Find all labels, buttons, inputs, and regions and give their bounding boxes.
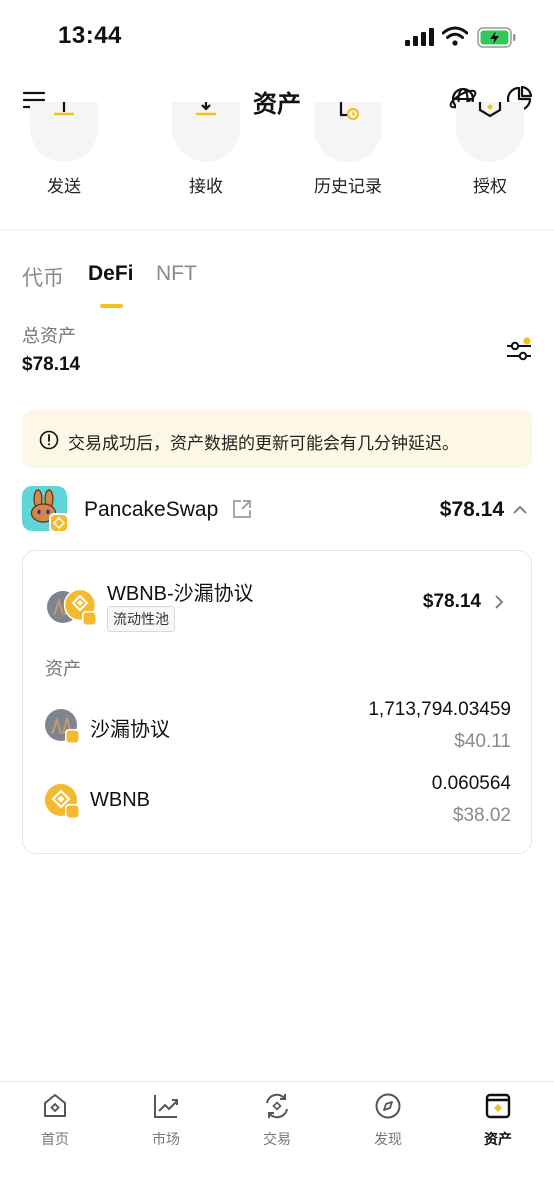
info-icon <box>39 430 59 450</box>
discover-icon <box>375 1093 401 1119</box>
send-label: 发送 <box>47 177 81 196</box>
nav-assets-label: 资产 <box>484 1131 512 1147</box>
send-icon <box>54 102 74 116</box>
bottom-nav: 首页 市场 交易 发现 资产 <box>0 1082 554 1200</box>
cellular-signal-icon <box>405 28 434 46</box>
bnb-chain-badge-icon <box>49 513 69 533</box>
asset-amount: 1,713,794.03459 <box>368 699 511 720</box>
nav-home[interactable]: 首页 <box>0 1092 110 1152</box>
nav-trade[interactable]: 交易 <box>222 1092 332 1152</box>
asset-amount: 0.060564 <box>431 773 511 794</box>
wifi-icon <box>442 26 468 46</box>
total-assets-label: 总资产 <box>22 326 76 346</box>
history-label: 历史记录 <box>314 177 382 196</box>
pool-type-tag: 流动性池 <box>107 606 175 632</box>
nav-discover-label: 发现 <box>374 1131 402 1147</box>
quick-actions: 发送 接收 历史记录 授权 <box>0 102 554 200</box>
nav-market-label: 市场 <box>152 1131 180 1147</box>
receive-action[interactable]: 接收 <box>146 102 266 198</box>
nav-trade-label: 交易 <box>263 1131 291 1147</box>
external-link-icon[interactable] <box>232 499 252 519</box>
total-assets-value: $78.14 <box>22 354 81 375</box>
nav-assets[interactable]: 资产 <box>443 1092 553 1152</box>
receive-icon <box>196 102 216 116</box>
home-icon <box>44 1094 66 1117</box>
battery-charging-icon <box>477 27 516 48</box>
section-divider <box>0 229 554 230</box>
authorize-icon <box>478 102 502 118</box>
pancakeswap-logo <box>22 486 69 533</box>
nav-market[interactable]: 市场 <box>111 1092 221 1152</box>
protocol-value: $78.14 <box>439 498 504 521</box>
tab-defi[interactable]: DeFi <box>88 262 134 286</box>
liquidity-pool-card: WBNB-沙漏协议 流动性池 $78.14 资产 沙漏协议 1,713,794.… <box>22 550 532 854</box>
authorize-label: 授权 <box>473 177 507 196</box>
asset-name: 沙漏协议 <box>90 719 170 741</box>
chevron-right-icon[interactable] <box>493 594 505 610</box>
market-icon <box>154 1095 178 1118</box>
asset-row: WBNB 0.060564 $38.02 <box>23 769 533 839</box>
history-action[interactable]: 历史记录 <box>288 102 408 198</box>
notice-text: 交易成功后，资产数据的更新可能会有几分钟延迟。 <box>68 434 459 453</box>
history-icon <box>339 102 360 121</box>
status-time: 13:44 <box>58 22 122 49</box>
asset-usd-value: $40.11 <box>454 731 511 752</box>
hourglass-token-icon <box>45 709 80 744</box>
pool-pair-icon <box>47 588 97 626</box>
receive-label: 接收 <box>189 177 223 196</box>
authorize-action[interactable]: 授权 <box>430 102 550 198</box>
filter-settings-icon[interactable] <box>505 337 533 363</box>
tab-tokens[interactable]: 代币 <box>22 262 64 292</box>
pool-value[interactable]: $78.14 <box>423 591 481 613</box>
asset-row: 沙漏协议 1,713,794.03459 $40.11 <box>23 691 533 761</box>
chevron-up-icon[interactable] <box>512 503 528 515</box>
pool-assets-label: 资产 <box>45 659 81 679</box>
delay-notice: 交易成功后，资产数据的更新可能会有几分钟延迟。 <box>22 410 532 468</box>
nav-home-label: 首页 <box>41 1131 69 1147</box>
nav-discover[interactable]: 发现 <box>333 1092 443 1152</box>
send-action[interactable]: 发送 <box>4 102 124 198</box>
status-bar: 13:44 <box>0 0 554 72</box>
protocol-header[interactable]: PancakeSwap $78.14 <box>0 486 554 534</box>
protocol-name: PancakeSwap <box>84 498 219 521</box>
pool-name: WBNB-沙漏协议 <box>107 583 254 605</box>
assets-icon <box>485 1093 511 1119</box>
active-tab-indicator <box>100 304 123 308</box>
trade-icon <box>266 1093 288 1119</box>
bnb-token-icon <box>45 784 80 819</box>
asset-name: WBNB <box>90 789 150 811</box>
tab-nft[interactable]: NFT <box>156 262 197 286</box>
asset-usd-value: $38.02 <box>452 805 511 826</box>
